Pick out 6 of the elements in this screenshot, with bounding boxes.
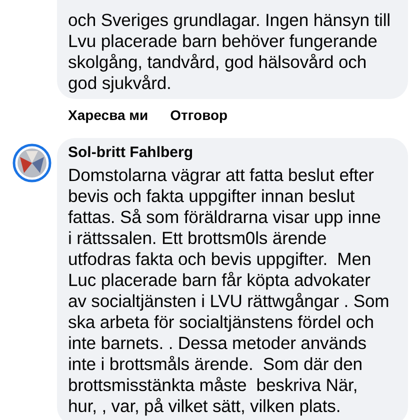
comment-action-link[interactable]: Отговор <box>170 107 228 124</box>
comment-author[interactable]: Sol-britt Fahlberg <box>68 144 406 162</box>
avatar[interactable] <box>12 143 52 183</box>
comment-text: Domstolarna vägrar att fatta beslut efter bevis och fakta uppgifter innan beslut fattas. Så som föräldrarna visar upp inne i rättssalen. Ett brottsm0ls ärende utfodras fakta och bevis uppgifter. Men Luc placerade barn får köpta advokater av socialtjänsten i LVU rättwgångar . Som ska arbeta för socialtjänstens fördel och inte barnets. . Dessa metoder används inte i brottsmåls ärende. Som där den brottsmisstänkta måste beskriva När, hur, , var, på vilket sätt, vilken plats. <box>68 165 390 417</box>
comment-text: och Sveriges grundlagar. Ingen hänsyn till Lvu placerade barn behöver fungerande skolgång, tandvård, god hälsovård och god sjukvård. <box>68 10 392 94</box>
comment-action-link[interactable]: Харесва ми <box>68 107 148 124</box>
